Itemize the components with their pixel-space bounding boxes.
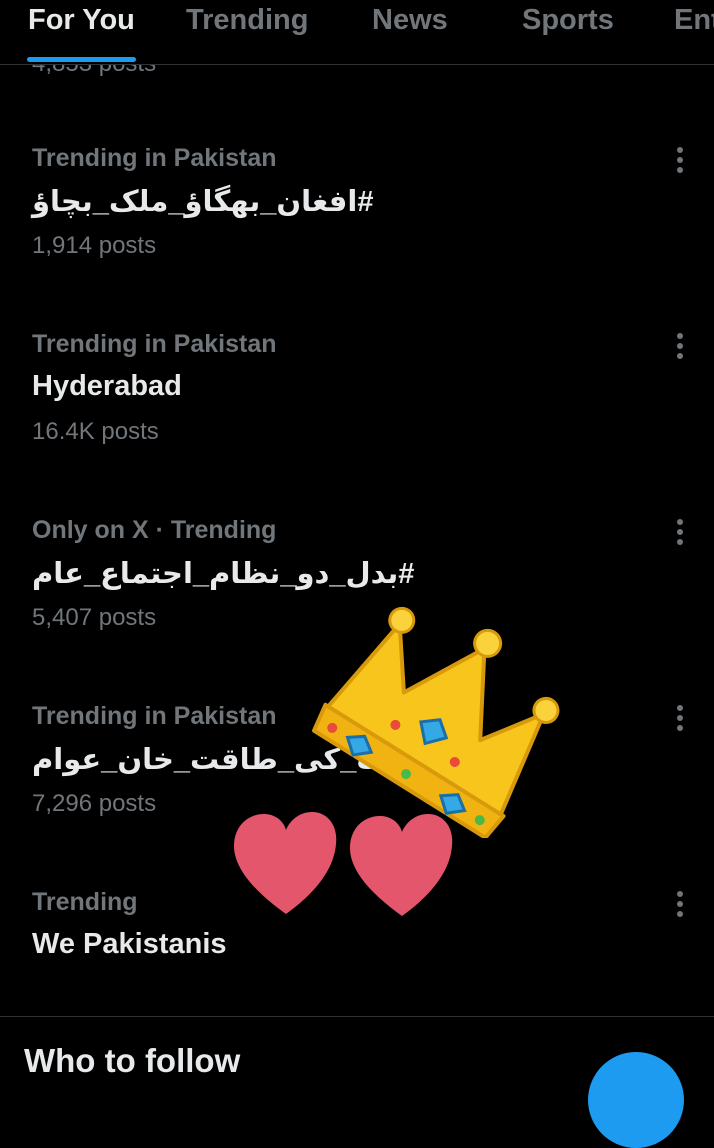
trend-topic[interactable]: #بدل_دو_نظام_اجتماع_عام bbox=[32, 556, 414, 591]
trend-topic[interactable]: #ریاست_کی_طاقت_خان_عوام bbox=[32, 742, 470, 777]
more-vertical-icon[interactable] bbox=[664, 702, 696, 734]
active-tab-indicator bbox=[27, 57, 136, 62]
section-divider bbox=[0, 1016, 714, 1017]
trend-context: Trending in Pakistan bbox=[32, 702, 277, 730]
trend-post-count: 1,914 posts bbox=[32, 232, 157, 259]
trend-item[interactable]: Trending in Pakistan #ریاست_کی_طاقت_خان_… bbox=[0, 702, 714, 888]
trend-context: Trending in Pakistan bbox=[32, 330, 277, 358]
more-vertical-icon[interactable] bbox=[664, 888, 696, 920]
trend-context: Trending bbox=[32, 888, 138, 916]
trend-topic[interactable]: Hyderabad bbox=[32, 370, 182, 403]
who-to-follow-heading: Who to follow bbox=[24, 1042, 241, 1079]
tab-news[interactable]: News bbox=[372, 4, 448, 37]
tab-for-you[interactable]: For You bbox=[28, 4, 135, 37]
trend-item[interactable]: Trending in Pakistan Hyderabad 16.4K pos… bbox=[0, 330, 714, 516]
more-vertical-icon[interactable] bbox=[664, 516, 696, 548]
trend-context: Trending in Pakistan bbox=[32, 144, 277, 172]
trend-item[interactable]: Trending in Pakistan #افغان_بھگاؤ_ملک_بچ… bbox=[0, 144, 714, 330]
more-vertical-icon[interactable] bbox=[664, 330, 696, 362]
trend-context: Only on X · Trending bbox=[32, 516, 277, 544]
tab-trending[interactable]: Trending bbox=[186, 4, 308, 37]
tab-sports[interactable]: Sports bbox=[522, 4, 614, 37]
trend-topic[interactable]: We Pakistanis bbox=[32, 928, 227, 961]
trend-post-count: 5,407 posts bbox=[32, 604, 157, 631]
tab-entertainment[interactable]: Ent bbox=[674, 4, 714, 37]
trend-topic[interactable]: #افغان_بھگاؤ_ملک_بچاؤ bbox=[32, 184, 373, 219]
trend-post-count: 7,296 posts bbox=[32, 790, 157, 817]
trend-post-count: 16.4K posts bbox=[32, 418, 159, 445]
tab-bar: For You Trending News Sports Ent bbox=[0, 0, 714, 65]
avatar[interactable] bbox=[588, 1052, 684, 1148]
more-vertical-icon[interactable] bbox=[664, 144, 696, 176]
trend-item[interactable]: Only on X · Trending #بدل_دو_نظام_اجتماع… bbox=[0, 516, 714, 702]
